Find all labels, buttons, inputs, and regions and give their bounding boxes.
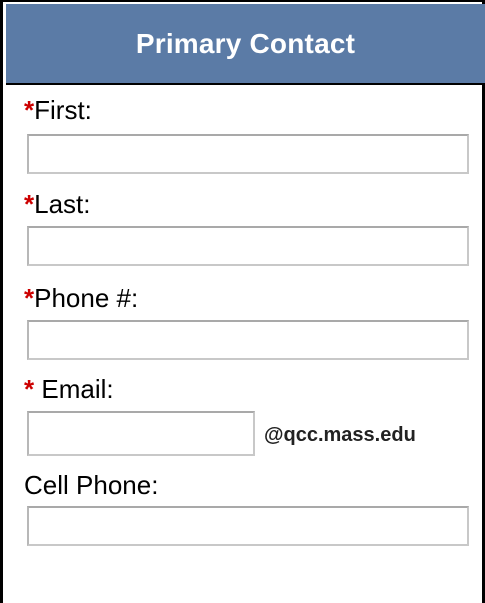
last-name-input[interactable] — [27, 226, 469, 266]
panel-title: Primary Contact — [135, 27, 356, 59]
first-name-input[interactable] — [27, 134, 469, 174]
first-name-label: *First: — [24, 95, 92, 125]
last-name-label-text: Last: — [34, 189, 91, 219]
last-name-label: *Last: — [24, 189, 91, 219]
cell-phone-input[interactable] — [27, 506, 469, 546]
required-marker: * — [24, 374, 35, 404]
cell-phone-label-text: Cell Phone: — [24, 470, 159, 500]
email-label: * Email: — [24, 374, 114, 404]
first-name-label-text: First: — [34, 95, 92, 125]
phone-input[interactable] — [27, 320, 469, 360]
phone-label: *Phone #: — [24, 283, 138, 313]
email-label-text: Email: — [41, 374, 114, 404]
email-domain-suffix: @qcc.mass.edu — [264, 424, 416, 446]
required-marker: * — [24, 95, 35, 125]
email-input[interactable] — [27, 411, 255, 456]
required-marker: * — [24, 283, 35, 313]
cell-phone-label: Cell Phone: — [24, 470, 158, 500]
panel-header: Primary Contact — [6, 4, 485, 85]
phone-label-text: Phone #: — [34, 283, 139, 313]
required-marker: * — [24, 189, 35, 219]
